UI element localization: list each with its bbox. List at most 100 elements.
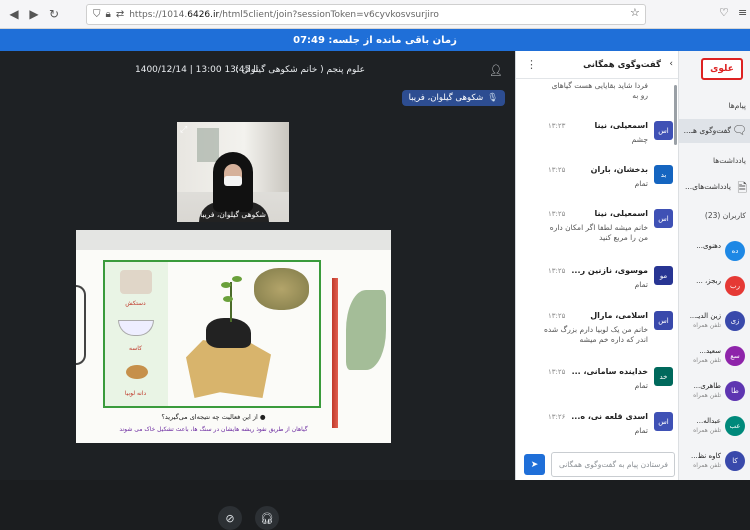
message-text: خانم من یک لوبیا دارم بزرگ شده اندر که د… xyxy=(543,325,648,345)
url-prefix: https://1014. xyxy=(129,9,188,20)
video-off-button[interactable]: ⊘ xyxy=(218,506,242,530)
broken-rock-image xyxy=(186,340,271,398)
label-bowl: کاسه xyxy=(129,345,142,352)
avatar: زی xyxy=(725,311,745,331)
bean-image xyxy=(126,365,148,379)
message-text: تمام xyxy=(634,280,648,289)
sender-name: موسوی، نازنین ر... xyxy=(571,266,648,275)
webcam-video[interactable]: ⤢ شکوهی گیلوان، فریبا xyxy=(177,122,289,222)
user-name: کاوه نظ... xyxy=(690,452,721,460)
more-options-icon[interactable]: ⋮ xyxy=(526,58,537,71)
avatar: سع xyxy=(725,346,745,366)
user-name: زین الدیـ... xyxy=(689,312,721,320)
user-status: تلفن همراه xyxy=(693,427,721,434)
stage-header: 👤︎ علوم پنجم ( خانم شکوهی گیلوان ) 1400/… xyxy=(0,51,515,93)
message-text: تمام xyxy=(634,179,648,188)
user-list-item[interactable]: سع سعید... تلفن همراه xyxy=(679,344,750,372)
session-timer-banner: زمان باقی مانده از جلسه: 07:49 xyxy=(0,29,750,51)
brand-logo: علوی xyxy=(701,58,743,80)
slide-question: ● از این فعالیت چه نتیجه‌ای می‌گیرید؟ xyxy=(161,413,266,421)
label-gloves: دستکش xyxy=(125,300,146,307)
back-icon[interactable]: ◀ xyxy=(4,7,24,21)
webcam-name: شکوهی گیلوان، فریبا xyxy=(200,210,266,219)
permissions-icon[interactable]: ⇄ xyxy=(116,9,124,20)
message-time: ۱۳:۲۳ xyxy=(548,122,566,130)
user-name: ربجز، ... xyxy=(696,277,721,285)
avatar: کا xyxy=(725,451,745,471)
notes-heading: یادداشت‌ها xyxy=(712,156,746,165)
chat-messages: فردا شاید بقایایی هست گیاهای رو به اس اس… xyxy=(516,79,679,450)
send-icon: ➤ xyxy=(530,459,539,470)
user-list-item[interactable]: طا طاهری... تلفن همراه xyxy=(679,379,750,407)
sender-name: خداینده سامانی، ... xyxy=(571,367,648,376)
sender-name: بدخشان، باران xyxy=(590,165,648,174)
user-list-item[interactable]: رب ربجز، ... xyxy=(679,274,750,302)
address-bar[interactable]: ⛉ 🔒︎ ⇄ https://1014. 6426.ir/html5client/… xyxy=(86,4,646,25)
user-status: تلفن همراه xyxy=(693,462,721,469)
message-time: ۱۳:۲۵ xyxy=(548,312,566,320)
presentation-stage: 👤︎ علوم پنجم ( خانم شکوهی گیلوان ) 1400/… xyxy=(0,51,515,530)
user-status: تلفن همراه xyxy=(693,322,721,329)
message-text: تمام xyxy=(634,381,648,390)
sender-name: اسمعیلی، نینا xyxy=(594,209,648,218)
session-timer-text: زمان باقی مانده از جلسه: 07:49 xyxy=(293,34,457,46)
user-status: تلفن همراه xyxy=(693,392,721,399)
avatar: اس xyxy=(654,412,673,431)
sender-name: اسمعیلی، نینا xyxy=(594,121,648,130)
user-name: طاهری... xyxy=(693,382,721,390)
avatar: بد xyxy=(654,165,673,184)
presenter-name: شکوهی گیلوان، فریبا xyxy=(408,93,484,103)
avatar: طا xyxy=(725,381,745,401)
presenter-chip[interactable]: 🎙︎شکوهی گیلوان، فریبا xyxy=(401,90,505,106)
presentation-slide: دستکش کاسه دانه لوبیا ● از این فعالیت چه… xyxy=(76,230,391,443)
user-list-sidebar: علوی پیام‌ها 🗨︎ گفت‌وگوی هـ... یادداشت‌ه… xyxy=(678,51,750,480)
browser-toolbar: ◀ ▶ ↻ ⛉ 🔒︎ ⇄ https://1014. 6426.ir/html5c… xyxy=(0,0,750,29)
public-chat-panel: ‹ گفت‌وگوی همگانی ⋮ فردا شاید بقایایی هس… xyxy=(515,51,679,480)
sidebar-item-shared-notes[interactable]: 🗎︎ یادداشت‌های... xyxy=(679,175,750,199)
user-list-item[interactable]: عب عبداله... تلفن همراه xyxy=(679,414,750,442)
user-list-item[interactable]: ده دهنوی... xyxy=(679,239,750,267)
microphone-icon: 🎙︎ xyxy=(487,93,498,103)
fullscreen-icon[interactable]: ⤢ xyxy=(180,125,187,135)
pocket-icon[interactable]: ♡ xyxy=(719,6,729,19)
plant-image xyxy=(221,272,242,322)
sidebar-item-label: یادداشت‌های... xyxy=(684,182,731,191)
user-name: دهنوی... xyxy=(696,242,721,250)
avatar: رب xyxy=(725,276,745,296)
chat-message-input[interactable]: فرستادن پیام به گفت‌وگوی همگانی xyxy=(551,452,675,477)
avatar: مو xyxy=(654,266,673,285)
user-list-item[interactable]: زی زین الدیـ... تلفن همراه xyxy=(679,309,750,337)
shield-icon: ⛉ xyxy=(93,9,101,20)
forward-icon[interactable]: ▶ xyxy=(24,7,44,21)
avatar: عب xyxy=(725,416,745,436)
slide-answer: گیاهان از طریق نفوذ ریشه هایشان در سنگ ه… xyxy=(119,426,308,433)
headphones-icon: 🎧︎ xyxy=(260,511,274,525)
message-text: چشم xyxy=(631,135,648,144)
avatar: اس xyxy=(654,311,673,330)
menu-icon[interactable]: ≡ xyxy=(738,6,747,19)
user-name: عبداله... xyxy=(696,417,721,425)
reload-icon[interactable]: ↻ xyxy=(44,7,64,21)
url-domain: 6426.ir xyxy=(187,9,220,20)
users-heading: کاربران (23) xyxy=(704,211,746,220)
message-time: ۱۳:۲۵ xyxy=(548,210,566,218)
message-time: ۱۳:۲۵ xyxy=(548,166,566,174)
chat-partial-message: فردا شاید بقایایی هست گیاهای رو به xyxy=(551,81,648,101)
video-off-icon: ⊘ xyxy=(225,511,235,525)
audio-button[interactable]: 🎧︎ xyxy=(255,506,279,530)
message-time: ۱۳:۲۵ xyxy=(548,267,566,275)
bookmark-star-icon[interactable]: ☆ xyxy=(630,6,640,19)
messages-heading: پیام‌ها xyxy=(728,101,746,110)
user-list-item[interactable]: کا کاوه نظ... تلفن همراه xyxy=(679,449,750,477)
gloves-image xyxy=(120,270,152,294)
message-time: ۱۳:۲۵ xyxy=(548,368,566,376)
sidebar-item-public-chat[interactable]: 🗨︎ گفت‌وگوی هـ... xyxy=(679,119,750,143)
send-button[interactable]: ➤ xyxy=(524,454,545,475)
user-icon[interactable]: 👤︎ xyxy=(489,64,503,77)
chevron-left-icon[interactable]: ‹ xyxy=(669,59,673,69)
session-time: 1400/12/14 | 13:00 تا 13:45 xyxy=(135,65,259,75)
chat-header: ‹ گفت‌وگوی همگانی ⋮ xyxy=(516,51,679,79)
avatar: اس xyxy=(654,121,673,140)
message-time: ۱۳:۲۶ xyxy=(548,413,566,421)
soil-image xyxy=(254,268,309,310)
